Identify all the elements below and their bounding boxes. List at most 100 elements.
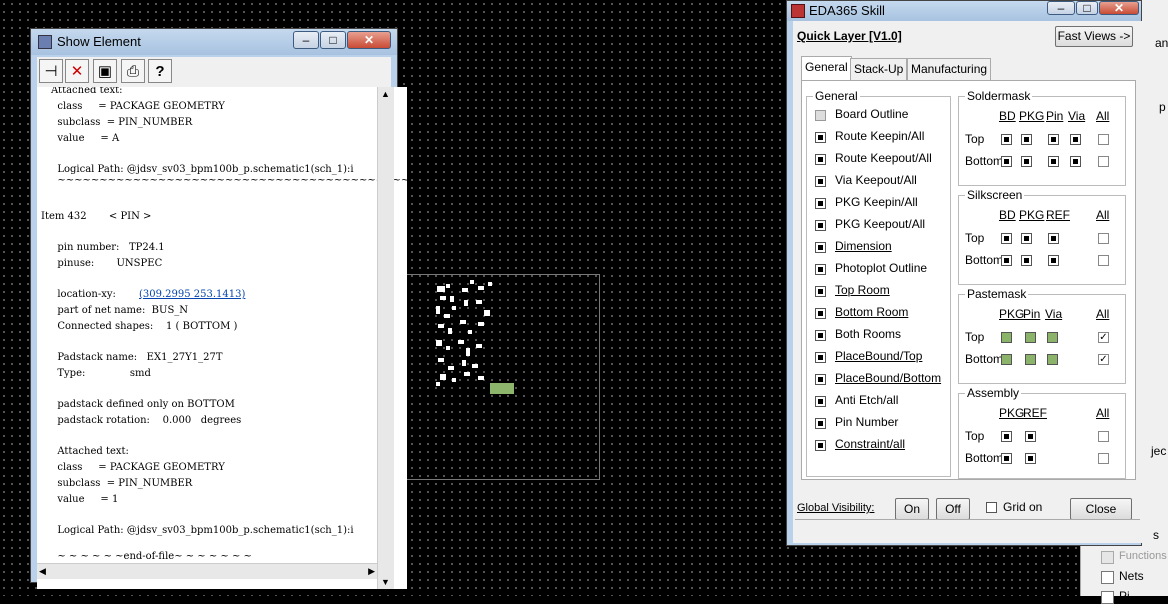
report-text-pane[interactable]: Attached text: class = PACKAGE GEOMETRY …: [37, 87, 407, 589]
scroll-up-icon[interactable]: ▲: [381, 89, 390, 99]
layer-checkbox[interactable]: [1048, 156, 1059, 167]
pin-pad[interactable]: [484, 310, 490, 316]
pin-pad[interactable]: [440, 296, 446, 300]
layer-checkbox[interactable]: [1098, 134, 1109, 145]
tab-stack-up[interactable]: Stack-Up: [850, 58, 908, 80]
layer-checkbox[interactable]: [1048, 134, 1059, 145]
layer-checkbox[interactable]: [815, 110, 826, 121]
layer-checkbox[interactable]: [1070, 134, 1081, 145]
layer-checkbox[interactable]: [1098, 431, 1109, 442]
layer-checkbox[interactable]: [815, 154, 826, 165]
pin-icon[interactable]: ⊣: [39, 59, 63, 83]
maximize-button[interactable]: □: [320, 31, 346, 49]
layer-checkbox[interactable]: [815, 286, 826, 297]
layer-checkbox[interactable]: [1001, 431, 1012, 442]
delete-icon[interactable]: ✕: [65, 59, 89, 83]
layer-checkbox[interactable]: [1047, 354, 1058, 365]
grid-on-checkbox[interactable]: [986, 502, 997, 513]
pin-pad[interactable]: [446, 346, 450, 350]
layer-checkbox[interactable]: [1001, 255, 1012, 266]
layer-checkbox[interactable]: [1047, 332, 1058, 343]
layer-checkbox[interactable]: ✓: [1098, 354, 1109, 365]
layer-checkbox[interactable]: [1001, 453, 1012, 464]
nets-checkbox[interactable]: [1101, 571, 1114, 584]
layer-checkbox[interactable]: [1098, 453, 1109, 464]
scroll-down-icon[interactable]: ▼: [381, 577, 390, 587]
layer-checkbox[interactable]: [1021, 233, 1032, 244]
pin-pad[interactable]: [438, 324, 444, 328]
layer-checkbox[interactable]: [815, 440, 826, 451]
layer-checkbox[interactable]: [1025, 332, 1036, 343]
pin-pad[interactable]: [466, 348, 470, 356]
pin-pad[interactable]: [440, 374, 446, 380]
layer-checkbox[interactable]: [815, 308, 826, 319]
layer-checkbox[interactable]: [1048, 233, 1059, 244]
layer-checkbox[interactable]: [1001, 156, 1012, 167]
layer-checkbox[interactable]: [1098, 255, 1109, 266]
layer-checkbox[interactable]: [1001, 332, 1012, 343]
pin-pad[interactable]: [488, 282, 492, 286]
close-button[interactable]: ✕: [1099, 1, 1139, 15]
layer-checkbox[interactable]: [1070, 156, 1081, 167]
selected-pad[interactable]: [490, 383, 514, 394]
pin-pad[interactable]: [462, 288, 468, 292]
layer-checkbox[interactable]: [1021, 255, 1032, 266]
vertical-scrollbar[interactable]: ▲ ▼: [377, 87, 394, 589]
layer-checkbox[interactable]: [815, 330, 826, 341]
layer-checkbox[interactable]: [1021, 134, 1032, 145]
help-icon[interactable]: ?: [148, 59, 172, 83]
pin-pad[interactable]: [476, 300, 482, 304]
layer-checkbox[interactable]: [815, 264, 826, 275]
pin-pad[interactable]: [478, 286, 484, 290]
pin-pad[interactable]: [438, 358, 444, 362]
layer-checkbox[interactable]: [815, 352, 826, 363]
minimize-button[interactable]: –: [1047, 1, 1075, 15]
layer-checkbox[interactable]: [1098, 156, 1109, 167]
pin-pad[interactable]: [452, 306, 456, 310]
layer-checkbox[interactable]: [1048, 255, 1059, 266]
off-button[interactable]: Off: [936, 498, 970, 520]
layer-checkbox[interactable]: [815, 198, 826, 209]
pin-pad[interactable]: [448, 366, 454, 370]
location-xy-link[interactable]: (309.2995 253.1413): [139, 289, 245, 300]
fast-views-button[interactable]: Fast Views ->: [1055, 26, 1133, 47]
pin-pad[interactable]: [462, 360, 466, 366]
layer-checkbox[interactable]: [815, 418, 826, 429]
on-button[interactable]: On: [895, 498, 929, 520]
pin-pad[interactable]: [448, 328, 452, 334]
pin-pad[interactable]: [464, 300, 468, 306]
pins-checkbox[interactable]: [1101, 591, 1114, 604]
title-bar[interactable]: EDA365 Skill – □ ✕: [787, 1, 1141, 21]
pin-pad[interactable]: [458, 340, 464, 344]
pin-pad[interactable]: [470, 280, 474, 284]
pin-pad[interactable]: [444, 314, 450, 318]
print-icon[interactable]: ⎙: [121, 59, 145, 83]
tab-manufacturing[interactable]: Manufacturing: [907, 58, 992, 80]
pin-pad[interactable]: [436, 382, 440, 386]
horizontal-scrollbar[interactable]: ◀ ▶: [37, 563, 377, 579]
scroll-left-icon[interactable]: ◀: [39, 566, 46, 577]
save-icon[interactable]: ▣: [93, 59, 117, 83]
pin-pad[interactable]: [478, 376, 484, 380]
pin-pad[interactable]: [452, 378, 456, 382]
layer-checkbox[interactable]: [1098, 233, 1109, 244]
pin-pad[interactable]: [460, 320, 466, 324]
layer-checkbox[interactable]: [1025, 431, 1036, 442]
pin-pad[interactable]: [472, 364, 478, 368]
title-bar[interactable]: Show Element – □ ✕: [31, 29, 397, 55]
layer-checkbox[interactable]: [815, 242, 826, 253]
pin-pad[interactable]: [468, 330, 472, 334]
layer-checkbox[interactable]: [1021, 156, 1032, 167]
tab-general[interactable]: General: [801, 56, 852, 81]
layer-checkbox[interactable]: [1001, 354, 1012, 365]
layer-checkbox[interactable]: [815, 374, 826, 385]
layer-checkbox[interactable]: [815, 132, 826, 143]
layer-checkbox[interactable]: [1025, 453, 1036, 464]
minimize-button[interactable]: –: [293, 31, 319, 49]
close-dialog-button[interactable]: Close: [1070, 498, 1132, 520]
layer-checkbox[interactable]: ✓: [1098, 332, 1109, 343]
pin-pad[interactable]: [436, 306, 440, 314]
layer-checkbox[interactable]: [815, 220, 826, 231]
pin-pad[interactable]: [478, 322, 484, 326]
pin-pad[interactable]: [464, 372, 470, 376]
